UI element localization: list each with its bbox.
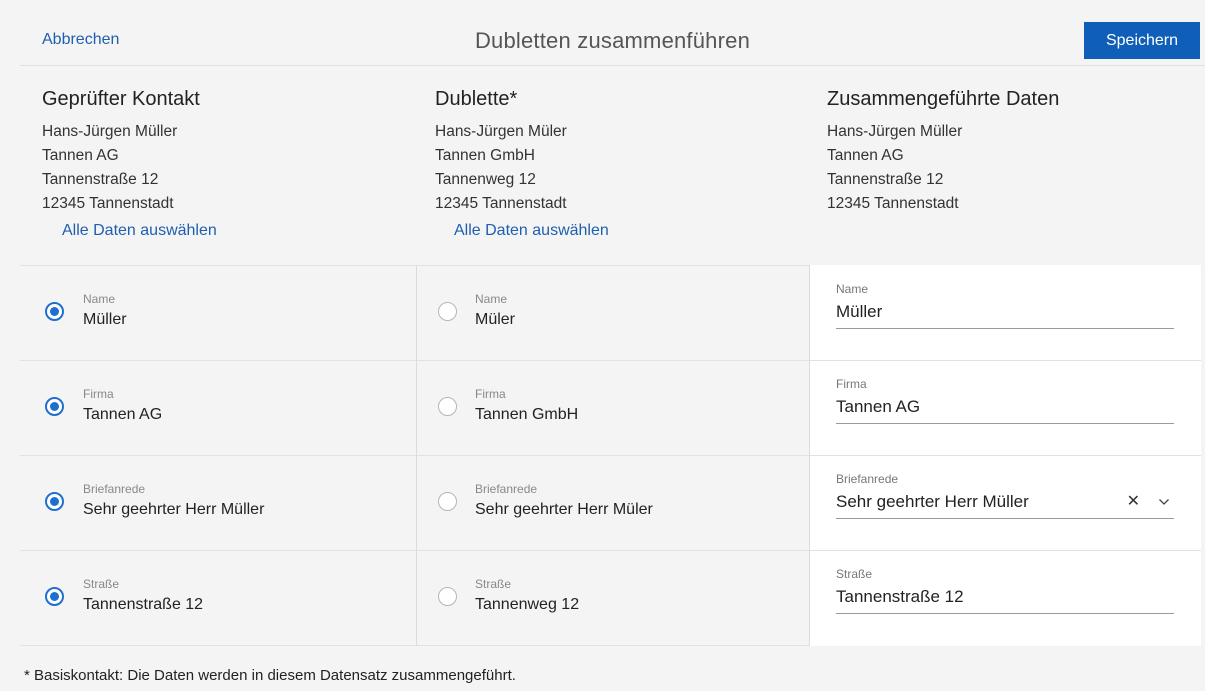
summary-line: Hans-Jürgen Müller xyxy=(42,123,178,140)
merged-name-input[interactable] xyxy=(836,300,1174,329)
chevron-down-icon[interactable] xyxy=(1158,496,1170,508)
footnote: * Basiskontakt: Die Daten werden in dies… xyxy=(24,667,516,684)
radio-duplicate-salutation[interactable] xyxy=(438,492,457,511)
field-label: Name xyxy=(475,292,508,306)
radio-checked-name[interactable] xyxy=(45,302,64,321)
option-checked-salutation[interactable]: Briefanrede Sehr geehrter Herr Müller xyxy=(20,455,416,550)
option-checked-company[interactable]: Firma Tannen AG xyxy=(20,360,416,455)
merged-company-input[interactable] xyxy=(836,395,1174,424)
merged-summary: Zusammengeführte Daten Hans-Jürgen Mülle… xyxy=(827,88,1059,216)
summary-line: Tannenstraße 12 xyxy=(827,171,944,188)
field-label: Name xyxy=(83,292,116,306)
select-all-duplicate-link[interactable]: Alle Daten auswählen xyxy=(454,222,609,240)
summary-line: 12345 Tannenstadt xyxy=(42,195,174,212)
summary-line: Tannenweg 12 xyxy=(435,171,536,188)
merged-street-input[interactable] xyxy=(836,585,1174,614)
summary-line: 12345 Tannenstadt xyxy=(435,195,567,212)
radio-duplicate-company[interactable] xyxy=(438,397,457,416)
summary-line: Tannen AG xyxy=(42,147,119,164)
radio-checked-company[interactable] xyxy=(45,397,64,416)
summary-line: Tannenstraße 12 xyxy=(42,171,159,188)
field-label: Straße xyxy=(475,577,512,591)
row-name: Name Müller Name Müler Name xyxy=(20,265,1201,360)
save-button[interactable]: Speichern xyxy=(1084,22,1200,59)
summary-line: 12345 Tannenstadt xyxy=(827,195,959,212)
option-duplicate-name[interactable]: Name Müler xyxy=(417,265,809,360)
field-label: Briefanrede xyxy=(83,482,146,496)
merged-name-field: Name xyxy=(836,282,1174,329)
merged-street-field: Straße xyxy=(836,567,1174,614)
merged-company-label: Firma xyxy=(836,377,867,391)
merged-salutation-label: Briefanrede xyxy=(836,472,899,486)
dialog-header: Abbrechen Dubletten zusammenführen Speic… xyxy=(20,0,1205,66)
duplicate-title: Dublette* xyxy=(435,88,518,110)
radio-checked-street[interactable] xyxy=(45,587,64,606)
field-label: Straße xyxy=(83,577,120,591)
merged-title: Zusammengeführte Daten xyxy=(827,88,1060,110)
page-title: Dubletten zusammenführen xyxy=(474,28,751,53)
field-label: Firma xyxy=(475,387,506,401)
select-all-checked-link[interactable]: Alle Daten auswählen xyxy=(62,222,217,240)
row-salutation: Briefanrede Sehr geehrter Herr Müller Br… xyxy=(20,455,1201,550)
field-value: Müller xyxy=(83,311,127,328)
option-duplicate-company[interactable]: Firma Tannen GmbH xyxy=(417,360,809,455)
option-checked-street[interactable]: Straße Tannenstraße 12 xyxy=(20,550,416,645)
merge-grid: Name Müller Name Müler Name Firma Tannen… xyxy=(20,265,1201,646)
radio-duplicate-name[interactable] xyxy=(438,302,457,321)
field-label: Briefanrede xyxy=(475,482,538,496)
field-value: Tannen GmbH xyxy=(475,406,579,423)
summary-line: Tannen AG xyxy=(827,147,904,164)
field-value: Tannenweg 12 xyxy=(475,596,580,613)
checked-contact-title: Geprüfter Kontakt xyxy=(42,88,200,110)
field-value: Müler xyxy=(475,311,516,328)
merged-salutation-select[interactable] xyxy=(836,490,1174,519)
merged-street-label: Straße xyxy=(836,567,873,581)
checked-contact-summary: Geprüfter Kontakt Hans-Jürgen Müller Tan… xyxy=(42,88,200,216)
field-label: Firma xyxy=(83,387,114,401)
summary-line: Hans-Jürgen Müler xyxy=(435,123,567,140)
field-value: Tannenstraße 12 xyxy=(83,596,204,613)
merged-company-field: Firma xyxy=(836,377,1174,424)
merged-salutation-field: Briefanrede ✕ xyxy=(836,472,1174,519)
radio-checked-salutation[interactable] xyxy=(45,492,64,511)
clear-icon[interactable]: ✕ xyxy=(1127,491,1140,511)
option-checked-name[interactable]: Name Müller xyxy=(20,265,416,360)
duplicate-summary: Dublette* Hans-Jürgen Müler Tannen GmbH … xyxy=(435,88,567,216)
summary-line: Hans-Jürgen Müller xyxy=(827,123,963,140)
radio-duplicate-street[interactable] xyxy=(438,587,457,606)
row-divider xyxy=(20,645,809,646)
option-duplicate-salutation[interactable]: Briefanrede Sehr geehrter Herr Müler xyxy=(417,455,809,550)
row-company: Firma Tannen AG Firma Tannen GmbH Firma xyxy=(20,360,1201,455)
summary-line: Tannen GmbH xyxy=(435,147,535,164)
field-value: Sehr geehrter Herr Müler xyxy=(475,501,653,518)
field-value: Tannen AG xyxy=(83,406,163,423)
row-street: Straße Tannenstraße 12 Straße Tannenweg … xyxy=(20,550,1201,645)
field-value: Sehr geehrter Herr Müller xyxy=(83,501,265,518)
merged-name-label: Name xyxy=(836,282,869,296)
option-duplicate-street[interactable]: Straße Tannenweg 12 xyxy=(417,550,809,645)
